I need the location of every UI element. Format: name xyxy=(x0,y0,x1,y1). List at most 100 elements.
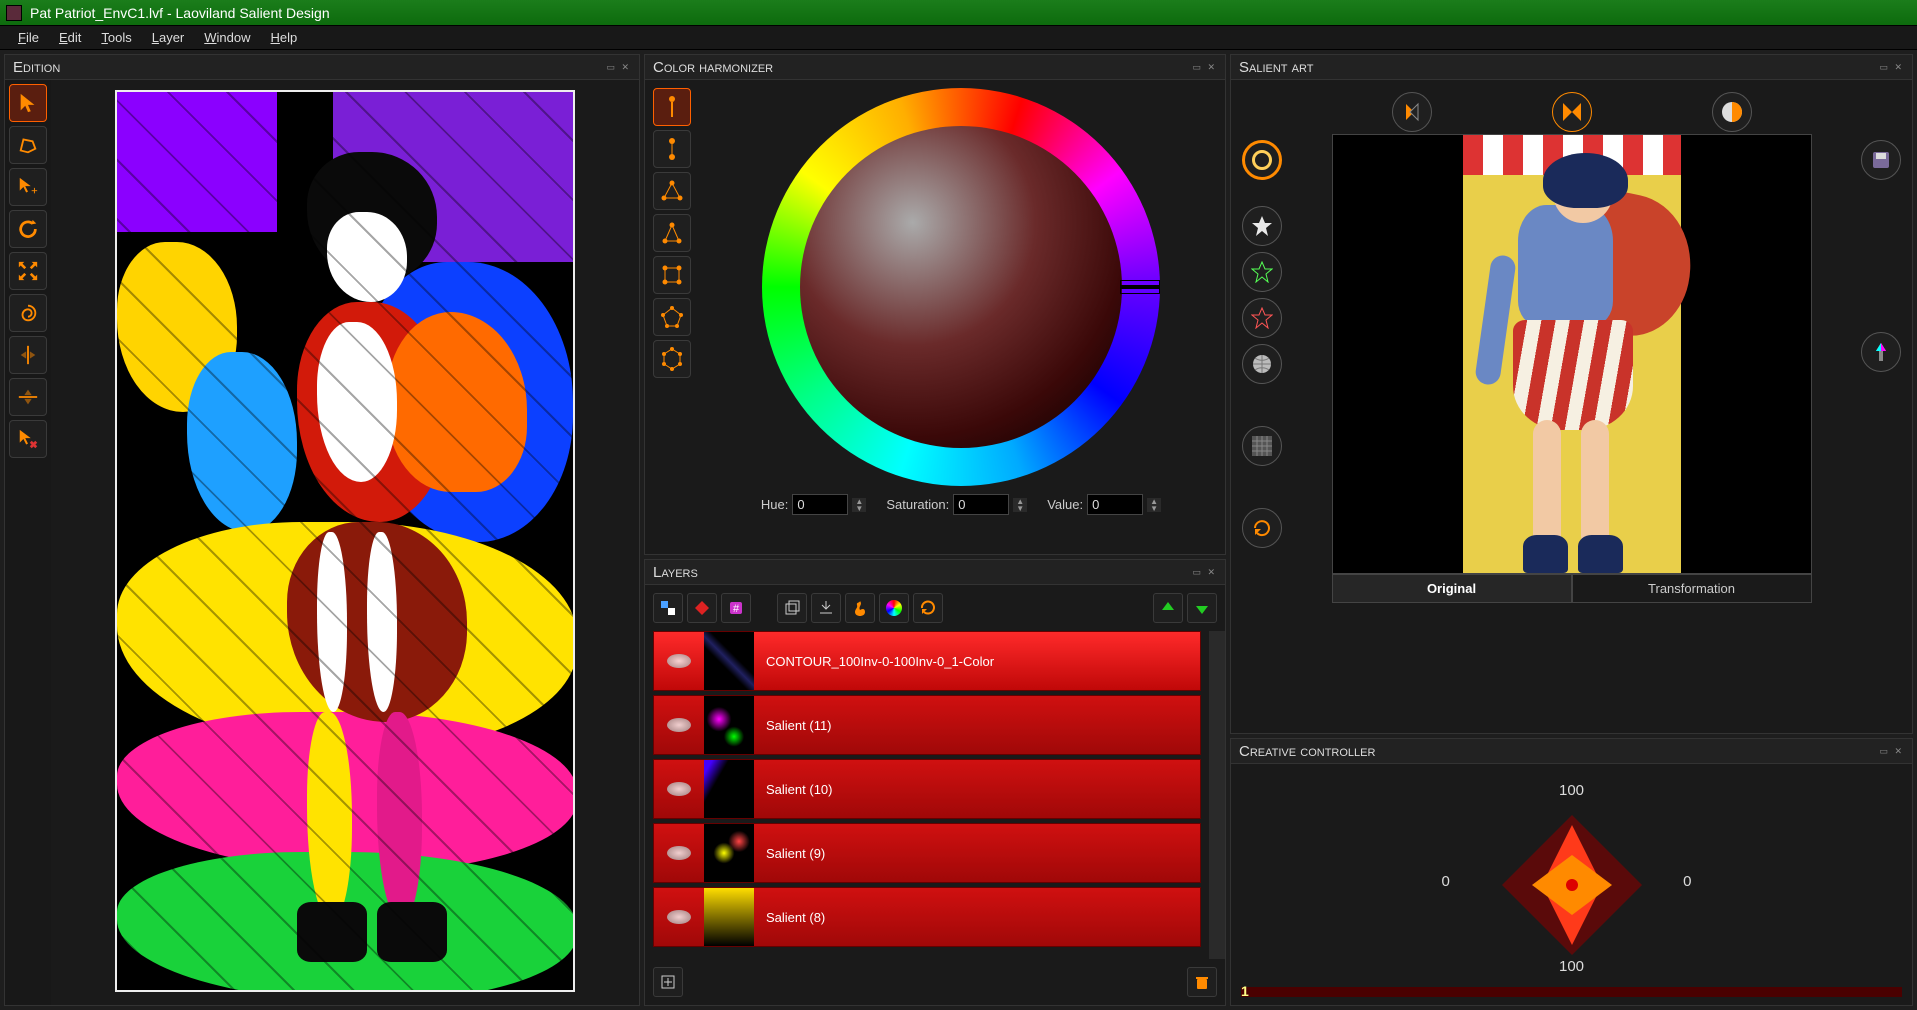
layer-visibility-icon[interactable] xyxy=(654,846,704,860)
creative-diamond[interactable] xyxy=(1482,795,1662,975)
layers-btn-merge[interactable] xyxy=(811,593,841,623)
panel-title-creative: Creative controller xyxy=(1239,743,1375,760)
salient-mode-star[interactable] xyxy=(1242,206,1282,246)
salient-mode-ring[interactable] xyxy=(1242,140,1282,180)
panel-title-layers: Layers xyxy=(653,564,698,581)
panel-creative-controller: Creative controller ▭ ✕ 100 0 100 0 1 xyxy=(1230,738,1913,1006)
scheme-complementary[interactable] xyxy=(653,130,691,168)
salient-top-2[interactable] xyxy=(1552,92,1592,132)
tool-pointer[interactable] xyxy=(9,84,47,122)
tab-transformation[interactable]: Transformation xyxy=(1572,574,1812,603)
tool-swirl[interactable] xyxy=(9,294,47,332)
edition-canvas[interactable] xyxy=(115,90,575,992)
layer-row[interactable]: CONTOUR_100Inv-0-100Inv-0_1-Color xyxy=(653,631,1201,691)
salient-mode-grid[interactable] xyxy=(1242,426,1282,466)
layers-btn-color[interactable] xyxy=(879,593,909,623)
layer-thumbnail xyxy=(704,760,754,818)
layers-move-down[interactable] xyxy=(1187,593,1217,623)
layers-btn-duplicate[interactable] xyxy=(777,593,807,623)
layer-visibility-icon[interactable] xyxy=(654,910,704,924)
val-spinner[interactable]: ▲▼ xyxy=(1147,498,1161,512)
salient-refresh[interactable] xyxy=(1242,508,1282,548)
panel-controls[interactable]: ▭ ✕ xyxy=(1192,62,1217,73)
panel-controls[interactable]: ▭ ✕ xyxy=(1879,62,1904,73)
layer-row[interactable]: Salient (10) xyxy=(653,759,1201,819)
layer-name: Salient (9) xyxy=(754,846,825,861)
panel-controls[interactable]: ▭ ✕ xyxy=(606,62,631,73)
creative-slider-value[interactable]: 1 xyxy=(1241,983,1249,999)
tab-original[interactable]: Original xyxy=(1332,574,1572,603)
layer-row[interactable]: Salient (9) xyxy=(653,823,1201,883)
salient-mode-star3[interactable] xyxy=(1242,298,1282,338)
layer-visibility-icon[interactable] xyxy=(654,782,704,796)
salient-mode-star2[interactable] xyxy=(1242,252,1282,292)
layer-thumbnail xyxy=(704,696,754,754)
layers-add[interactable] xyxy=(653,967,683,997)
scheme-split[interactable] xyxy=(653,214,691,252)
svg-text:#: # xyxy=(733,603,740,615)
layer-name: Salient (10) xyxy=(754,782,832,797)
layers-delete[interactable] xyxy=(1187,967,1217,997)
creative-right-label: 0 xyxy=(1683,873,1691,890)
panel-controls[interactable]: ▭ ✕ xyxy=(1192,567,1217,578)
salient-top-1[interactable] xyxy=(1392,92,1432,132)
menu-layer[interactable]: Layer xyxy=(142,27,195,48)
menu-tools[interactable]: Tools xyxy=(91,27,141,48)
creative-slider[interactable]: 1 xyxy=(1241,987,1902,997)
layer-thumbnail xyxy=(704,888,754,946)
layer-visibility-icon[interactable] xyxy=(654,718,704,732)
menu-edit[interactable]: Edit xyxy=(49,27,91,48)
layers-btn-flame[interactable] xyxy=(845,593,875,623)
menu-file[interactable]: File xyxy=(8,27,49,48)
layer-visibility-icon[interactable] xyxy=(654,654,704,668)
app-icon xyxy=(6,5,22,21)
value-input[interactable] xyxy=(1087,494,1143,515)
layers-list: CONTOUR_100Inv-0-100Inv-0_1-ColorSalient… xyxy=(645,631,1209,959)
layer-thumbnail xyxy=(704,824,754,882)
saturation-input[interactable] xyxy=(953,494,1009,515)
creative-left-label: 0 xyxy=(1442,873,1450,890)
layer-row[interactable]: Salient (11) xyxy=(653,695,1201,755)
layers-move-up[interactable] xyxy=(1153,593,1183,623)
tool-pointer-delete[interactable] xyxy=(9,420,47,458)
layer-thumbnail xyxy=(704,632,754,690)
tool-flip-h[interactable] xyxy=(9,336,47,374)
menu-window[interactable]: Window xyxy=(194,27,260,48)
harmonizer-scheme-tools xyxy=(653,88,697,546)
scheme-hexagon[interactable] xyxy=(653,340,691,378)
layers-scrollbar[interactable] xyxy=(1209,631,1225,959)
tool-move[interactable] xyxy=(9,168,47,206)
panel-title-edition: Edition xyxy=(13,59,60,76)
scheme-square[interactable] xyxy=(653,256,691,294)
hue-spinner[interactable]: ▲▼ xyxy=(852,498,866,512)
layers-btn-refresh[interactable] xyxy=(913,593,943,623)
tool-flip-v[interactable] xyxy=(9,378,47,416)
panel-title-salient: Salient art xyxy=(1239,59,1313,76)
hue-input[interactable] xyxy=(792,494,848,515)
salient-preview[interactable] xyxy=(1332,134,1812,574)
layers-btn-3[interactable]: # xyxy=(721,593,751,623)
layers-btn-2[interactable] xyxy=(687,593,717,623)
salient-save[interactable] xyxy=(1861,140,1901,180)
scheme-mono[interactable] xyxy=(653,88,691,126)
value-label: Value: xyxy=(1047,497,1083,512)
scheme-pentagon[interactable] xyxy=(653,298,691,336)
panel-title-harmonizer: Color harmonizer xyxy=(653,59,773,76)
panel-edition: Edition ▭ ✕ xyxy=(4,54,640,1006)
layer-row[interactable]: Salient (8) xyxy=(653,887,1201,947)
layers-btn-1[interactable] xyxy=(653,593,683,623)
tool-rotate[interactable] xyxy=(9,210,47,248)
panel-controls[interactable]: ▭ ✕ xyxy=(1879,746,1904,757)
scheme-triadic[interactable] xyxy=(653,172,691,210)
panel-salient-art: Salient art ▭ ✕ xyxy=(1230,54,1913,734)
color-wheel[interactable] xyxy=(762,88,1160,486)
titlebar: Pat Patriot_EnvC1.lvf - Laoviland Salien… xyxy=(0,0,1917,26)
salient-color-picker[interactable] xyxy=(1861,332,1901,372)
edition-toolstrip xyxy=(5,80,51,1005)
tool-polygon[interactable] xyxy=(9,126,47,164)
sat-spinner[interactable]: ▲▼ xyxy=(1013,498,1027,512)
menu-help[interactable]: Help xyxy=(261,27,308,48)
tool-scale[interactable] xyxy=(9,252,47,290)
salient-top-3[interactable] xyxy=(1712,92,1752,132)
salient-mode-globe[interactable] xyxy=(1242,344,1282,384)
